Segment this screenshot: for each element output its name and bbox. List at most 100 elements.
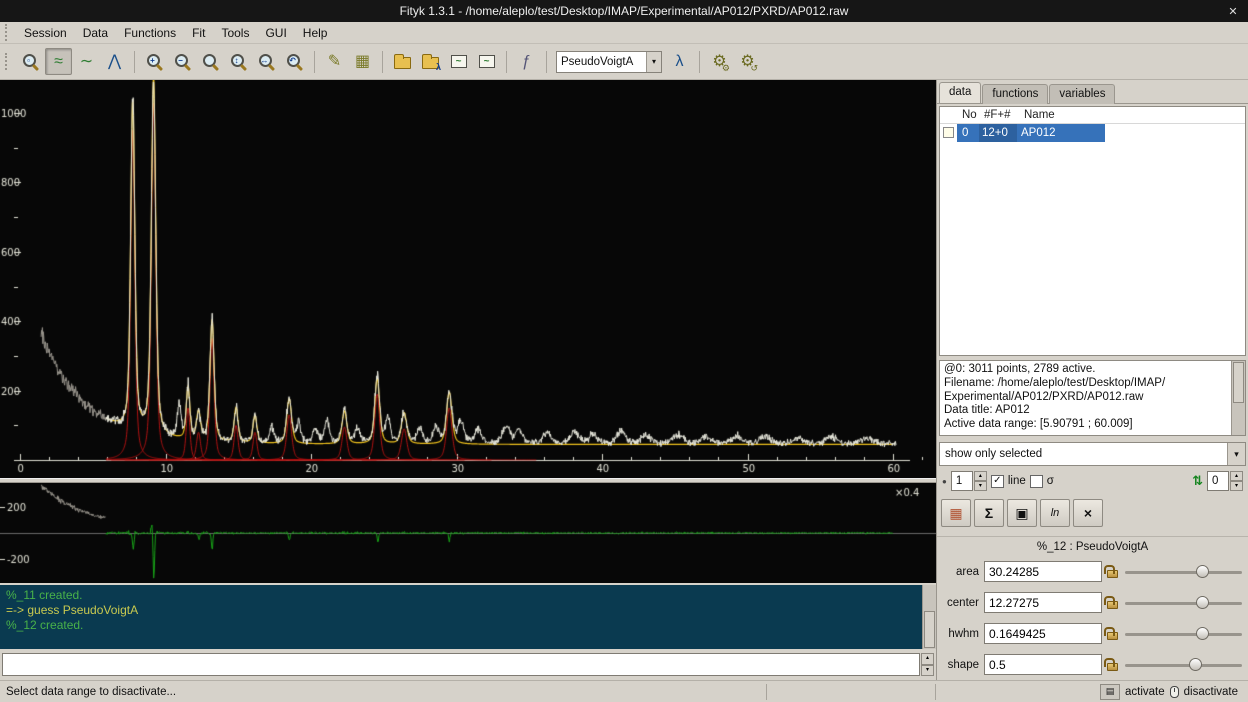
slider-track	[1125, 633, 1242, 636]
console-scrollbar[interactable]	[922, 585, 936, 649]
main-plot-canvas[interactable]	[0, 80, 936, 478]
menubar-items: SessionDataFunctionsFitToolsGUIHelp	[16, 23, 335, 43]
param-slider-shape[interactable]	[1123, 656, 1244, 674]
menu-item-gui[interactable]: GUI	[257, 23, 294, 43]
lock-icon[interactable]	[1107, 632, 1118, 640]
info-scrollbar[interactable]	[1231, 361, 1245, 435]
data-table-icon: ▦	[355, 54, 370, 70]
dataset-row[interactable]: 0 12+0 AP012	[940, 124, 1245, 142]
param-slider-center[interactable]	[1123, 594, 1244, 612]
toolbar-separator	[382, 51, 383, 73]
command-history-down-button[interactable]: ▾	[921, 665, 934, 677]
magnifier-modifier: +	[147, 55, 158, 66]
copy-data-button[interactable]: ▣	[1007, 499, 1037, 527]
menu-item-data[interactable]: Data	[75, 23, 116, 43]
shift-down-button[interactable]: ▾	[1230, 481, 1243, 491]
data-range-mode-icon: ≈	[54, 54, 63, 70]
point-size-up-button[interactable]: ▴	[974, 471, 987, 481]
baseline-mode-button[interactable]: ∼	[73, 48, 100, 75]
shift-spinner[interactable]: 0 ▴ ▾	[1207, 471, 1243, 491]
zoom-out-button[interactable]: −	[169, 48, 196, 75]
console-scrollbar-thumb[interactable]	[924, 611, 935, 648]
add-peak-mode-icon: ⋀	[108, 54, 121, 70]
transform-button[interactable]: ln	[1040, 499, 1070, 527]
point-size-spinner[interactable]: 1 ▴ ▾	[951, 471, 987, 491]
magnifier-modifier: ▫	[23, 55, 34, 66]
zoom-previous-button[interactable]: ↶	[281, 48, 308, 75]
copy-plot-button[interactable]: ~	[445, 48, 472, 75]
sigma-checkbox[interactable]	[1030, 475, 1043, 488]
magnifier-modifier: −	[175, 55, 186, 66]
lock-icon[interactable]	[1107, 570, 1118, 578]
disactivate-label[interactable]: disactivate	[1184, 686, 1238, 698]
command-input[interactable]	[2, 653, 920, 676]
zoom-horizontal-button[interactable]: ↔	[253, 48, 280, 75]
delete-button[interactable]: ×	[1073, 499, 1103, 527]
data-transform-button[interactable]: ƒ	[513, 48, 540, 75]
sum-button-icon: Σ	[985, 505, 993, 521]
fit-undo-button[interactable]: ⚙↺	[734, 48, 761, 75]
tab-data[interactable]: data	[939, 82, 981, 103]
filter-dropdown[interactable]: show only selected ▾	[939, 442, 1246, 466]
param-slider-area[interactable]	[1123, 563, 1244, 581]
activate-label[interactable]: activate	[1125, 686, 1165, 698]
save-image-button[interactable]: ~	[473, 48, 500, 75]
slider-track	[1125, 602, 1242, 605]
auto-add-peak-button[interactable]: λ	[666, 48, 693, 75]
line-checkbox[interactable]: ✓	[991, 475, 1004, 488]
script-editor-icon: ✎	[328, 54, 341, 70]
zoom-rect-mode-button[interactable]: ▫	[17, 48, 44, 75]
script-editor-button[interactable]: ✎	[321, 48, 348, 75]
command-history-up-button[interactable]: ▴	[921, 653, 934, 665]
point-size-down-button[interactable]: ▾	[974, 481, 987, 491]
menu-item-help[interactable]: Help	[295, 23, 336, 43]
data-table-button[interactable]: ▦	[349, 48, 376, 75]
menu-item-functions[interactable]: Functions	[116, 23, 184, 43]
fit-run-button[interactable]: ⚙⚙	[706, 48, 733, 75]
shift-up-button[interactable]: ▴	[1230, 471, 1243, 481]
status-config-button[interactable]: ▤	[1100, 684, 1120, 700]
add-peak-mode-button[interactable]: ⋀	[101, 48, 128, 75]
statusbar-right: ▤ activate disactivate	[936, 684, 1248, 700]
display-controls: ● 1 ▴ ▾ ✓ line σ ⇅ 0 ▴ ▾	[937, 468, 1248, 494]
param-slider-hwhm[interactable]	[1123, 625, 1244, 643]
lock-icon[interactable]	[1107, 601, 1118, 609]
dataset-checkbox[interactable]	[943, 127, 954, 138]
status-text: Select data range to disactivate...	[0, 686, 766, 698]
open-data-button[interactable]	[389, 48, 416, 75]
param-input-area[interactable]	[984, 561, 1102, 582]
tab-functions[interactable]: functions	[982, 84, 1048, 104]
param-input-shape[interactable]	[984, 654, 1102, 675]
slider-thumb[interactable]	[1196, 565, 1209, 578]
function-type-combo[interactable]: PseudoVoigtA▾	[556, 51, 662, 73]
slider-thumb[interactable]	[1196, 627, 1209, 640]
data-range-mode-button[interactable]: ≈	[45, 48, 72, 75]
sum-button[interactable]: Σ	[974, 499, 1004, 527]
menu-item-session[interactable]: Session	[16, 23, 75, 43]
toolbar-separator	[134, 51, 135, 73]
menu-item-tools[interactable]: Tools	[213, 23, 257, 43]
console-line: %_12 created.	[6, 618, 918, 633]
close-icon[interactable]: ✕	[1222, 0, 1244, 22]
command-row: ▴ ▾	[0, 651, 936, 678]
zoom-vertical-button[interactable]: ↕	[225, 48, 252, 75]
slider-thumb[interactable]	[1196, 596, 1209, 609]
data-grid-button[interactable]: ▦	[941, 499, 971, 527]
shift-arrows-icon: ⇅	[1192, 473, 1203, 489]
aux-plot-canvas[interactable]	[0, 483, 936, 583]
transform-button-icon: ln	[1051, 507, 1060, 519]
parameter-panel: areacenterhwhmshape	[937, 556, 1248, 680]
magnifier-icon: ↶	[286, 53, 303, 70]
param-input-center[interactable]	[984, 592, 1102, 613]
point-size-icon: ●	[942, 477, 947, 486]
menu-item-fit[interactable]: Fit	[184, 23, 213, 43]
tab-variables[interactable]: variables	[1049, 84, 1115, 104]
info-scrollbar-thumb[interactable]	[1233, 362, 1244, 403]
zoom-all-button[interactable]	[197, 48, 224, 75]
lock-icon[interactable]	[1107, 663, 1118, 671]
execute-script-button[interactable]: λ	[417, 48, 444, 75]
zoom-in-button[interactable]: +	[141, 48, 168, 75]
dataset-function-count: 12+0	[979, 124, 1017, 142]
param-input-hwhm[interactable]	[984, 623, 1102, 644]
slider-thumb[interactable]	[1189, 658, 1202, 671]
